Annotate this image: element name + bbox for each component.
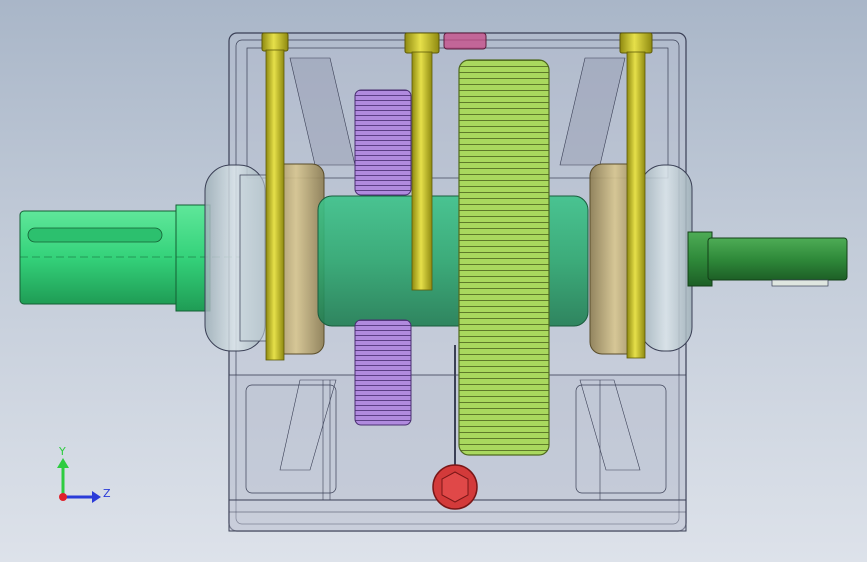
breather-plug[interactable] bbox=[443, 32, 487, 50]
triad-z-label: Z bbox=[103, 487, 111, 500]
bolt-left bbox=[261, 32, 289, 52]
drain-plug[interactable] bbox=[432, 464, 478, 510]
axis-triad: Y Z bbox=[57, 445, 111, 503]
cad-viewport[interactable]: Y Z bbox=[0, 0, 867, 562]
spur-gear[interactable] bbox=[458, 59, 550, 456]
output-shaft[interactable] bbox=[687, 231, 848, 287]
bolt-right bbox=[619, 32, 653, 54]
right-bearing-cap[interactable] bbox=[639, 164, 693, 352]
bolt-center bbox=[404, 32, 440, 54]
triad-y-label: Y bbox=[58, 445, 66, 458]
left-bearing-cap[interactable] bbox=[204, 164, 271, 352]
